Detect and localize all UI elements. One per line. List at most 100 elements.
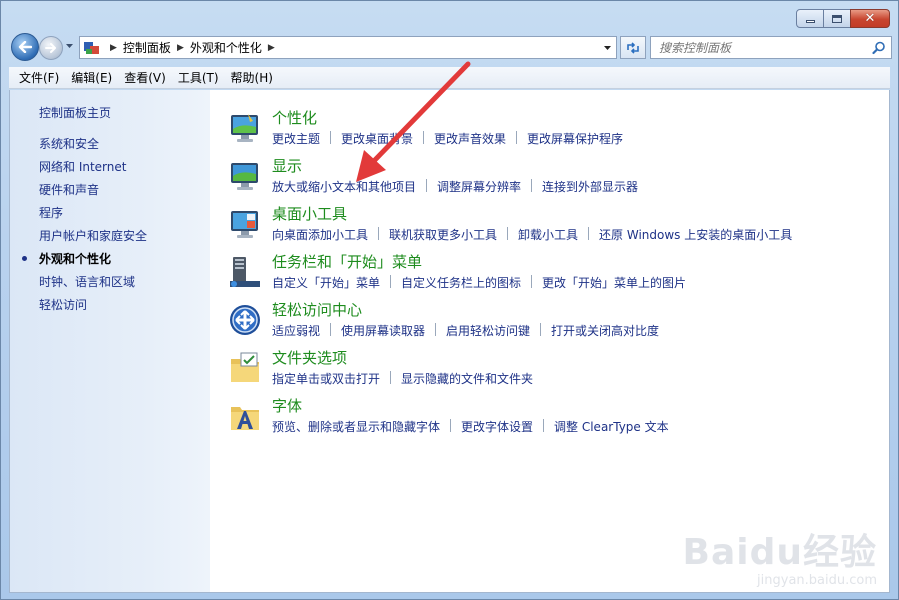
chevron-down-icon xyxy=(604,45,611,50)
breadcrumb-control-panel[interactable]: 控制面板 xyxy=(123,39,171,56)
sidebar: 控制面板主页 系统和安全 网络和 Internet 硬件和声音 程序 用户帐户和… xyxy=(10,90,210,592)
link-divider xyxy=(507,227,509,240)
sidebar-item-clock-language[interactable]: 时钟、语言和区域 xyxy=(39,275,147,298)
link-show-hidden-files[interactable]: 显示隐藏的文件和文件夹 xyxy=(401,370,533,387)
menu-file[interactable]: 文件(F) xyxy=(13,69,65,86)
link-customize-start-menu[interactable]: 自定义「开始」菜单 xyxy=(272,274,380,291)
sidebar-item-hardware-sound[interactable]: 硬件和声音 xyxy=(39,183,147,206)
link-divider xyxy=(540,323,542,336)
sidebar-item-appearance: 外观和个性化 xyxy=(22,252,147,275)
window-frame: ✕ ▶ 控制面板 ▶ 外观和个性化 ▶ 搜索控制面板 文件(F) 编辑(E) 查… xyxy=(0,0,899,600)
breadcrumb-appearance[interactable]: 外观和个性化 xyxy=(190,39,262,56)
link-restore-gadgets[interactable]: 还原 Windows 上安装的桌面小工具 xyxy=(599,226,792,243)
menu-help[interactable]: 帮助(H) xyxy=(225,69,279,86)
ease-of-access-icon xyxy=(230,305,260,335)
content-area: 控制面板主页 系统和安全 网络和 Internet 硬件和声音 程序 用户帐户和… xyxy=(9,90,890,593)
category-title[interactable]: 文件夹选项 xyxy=(272,347,347,368)
category-title[interactable]: 字体 xyxy=(272,395,302,416)
link-divider xyxy=(435,323,437,336)
category-links: 放大或缩小文本和其他项目 调整屏幕分辨率 连接到外部显示器 xyxy=(272,178,638,195)
sidebar-list: 系统和安全 网络和 Internet 硬件和声音 程序 用户帐户和家庭安全 外观… xyxy=(22,137,147,321)
link-change-desktop-background[interactable]: 更改桌面背景 xyxy=(341,130,413,147)
taskbar-icon xyxy=(230,257,260,287)
link-divider xyxy=(330,131,332,144)
link-divider xyxy=(330,323,332,336)
link-divider xyxy=(390,275,392,288)
watermark: Baidu经验 jingyan.baidu.com xyxy=(683,523,877,588)
sidebar-item-system-security[interactable]: 系统和安全 xyxy=(39,137,147,160)
link-external-display[interactable]: 连接到外部显示器 xyxy=(542,178,638,195)
back-button[interactable] xyxy=(11,33,39,61)
category-title[interactable]: 任务栏和「开始」菜单 xyxy=(272,251,422,272)
main-panel: 个性化 更改主题 更改桌面背景 更改声音效果 更改屏幕保护程序 显示 放大或缩小… xyxy=(210,90,889,592)
menu-tools[interactable]: 工具(T) xyxy=(172,69,225,86)
minimize-button[interactable] xyxy=(796,9,824,28)
caption-buttons: ✕ xyxy=(796,9,890,28)
link-high-contrast[interactable]: 打开或关闭高对比度 xyxy=(551,322,659,339)
sidebar-home-link[interactable]: 控制面板主页 xyxy=(39,104,111,121)
link-customize-taskbar-icons[interactable]: 自定义任务栏上的图标 xyxy=(401,274,521,291)
watermark-logo: Baidu经验 xyxy=(682,532,877,573)
category-title[interactable]: 显示 xyxy=(272,155,302,176)
sidebar-item-ease-of-access[interactable]: 轻松访问 xyxy=(39,298,147,321)
link-divider xyxy=(426,179,428,192)
sidebar-item-label: 外观和个性化 xyxy=(39,252,112,266)
search-icon[interactable] xyxy=(872,41,886,55)
navigation-bar: ▶ 控制面板 ▶ 外观和个性化 ▶ xyxy=(9,33,892,61)
display-icon xyxy=(231,163,258,190)
category-title[interactable]: 个性化 xyxy=(272,107,317,128)
personalization-icon xyxy=(231,114,258,142)
control-panel-icon xyxy=(84,41,100,55)
back-arrow-icon xyxy=(18,41,32,53)
category-links: 指定单击或双击打开 显示隐藏的文件和文件夹 xyxy=(272,370,533,387)
forward-button[interactable] xyxy=(39,36,63,60)
search-input[interactable] xyxy=(651,40,861,55)
breadcrumb-separator-icon[interactable]: ▶ xyxy=(177,43,184,53)
sidebar-item-user-accounts[interactable]: 用户帐户和家庭安全 xyxy=(39,229,147,252)
menu-edit[interactable]: 编辑(E) xyxy=(65,69,118,86)
link-screen-resolution[interactable]: 调整屏幕分辨率 xyxy=(437,178,521,195)
link-single-double-click[interactable]: 指定单击或双击打开 xyxy=(272,370,380,387)
link-get-more-gadgets[interactable]: 联机获取更多小工具 xyxy=(389,226,497,243)
address-dropdown-button[interactable] xyxy=(599,37,616,58)
link-uninstall-gadget[interactable]: 卸载小工具 xyxy=(518,226,578,243)
link-divider xyxy=(378,227,380,240)
refresh-icon xyxy=(627,41,639,54)
minimize-icon xyxy=(805,20,815,23)
link-cleartype[interactable]: 调整 ClearType 文本 xyxy=(554,418,669,435)
refresh-button[interactable] xyxy=(620,36,646,59)
link-divider xyxy=(516,131,518,144)
link-screen-reader[interactable]: 使用屏幕读取器 xyxy=(341,322,425,339)
link-low-vision[interactable]: 适应弱视 xyxy=(272,322,320,339)
category-title[interactable]: 桌面小工具 xyxy=(272,203,347,224)
link-divider xyxy=(543,419,545,432)
close-icon: ✕ xyxy=(864,11,876,26)
link-text-size[interactable]: 放大或缩小文本和其他项目 xyxy=(272,178,416,195)
sidebar-item-network[interactable]: 网络和 Internet xyxy=(39,160,147,183)
category-title[interactable]: 轻松访问中心 xyxy=(272,299,362,320)
close-button[interactable]: ✕ xyxy=(850,9,890,28)
fonts-icon xyxy=(231,407,259,430)
link-preview-fonts[interactable]: 预览、删除或者显示和隐藏字体 xyxy=(272,418,440,435)
link-font-settings[interactable]: 更改字体设置 xyxy=(461,418,533,435)
link-change-sound-effects[interactable]: 更改声音效果 xyxy=(434,130,506,147)
link-change-start-picture[interactable]: 更改「开始」菜单上的图片 xyxy=(542,274,686,291)
category-links: 向桌面添加小工具 联机获取更多小工具 卸载小工具 还原 Windows 上安装的… xyxy=(272,226,792,243)
menu-view[interactable]: 查看(V) xyxy=(118,69,172,86)
sidebar-item-programs[interactable]: 程序 xyxy=(39,206,147,229)
current-bullet-icon xyxy=(22,256,27,261)
link-divider xyxy=(390,371,392,384)
link-change-screensaver[interactable]: 更改屏幕保护程序 xyxy=(527,130,623,147)
link-add-gadgets[interactable]: 向桌面添加小工具 xyxy=(272,226,368,243)
category-links: 更改主题 更改桌面背景 更改声音效果 更改屏幕保护程序 xyxy=(272,130,623,147)
link-change-theme[interactable]: 更改主题 xyxy=(272,130,320,147)
link-ease-of-access-keys[interactable]: 启用轻松访问键 xyxy=(446,322,530,339)
maximize-icon xyxy=(832,14,842,23)
link-divider xyxy=(531,275,533,288)
address-bar[interactable]: ▶ 控制面板 ▶ 外观和个性化 ▶ xyxy=(79,36,617,59)
maximize-button[interactable] xyxy=(823,9,851,28)
search-box[interactable] xyxy=(650,36,892,59)
breadcrumb-separator-icon[interactable]: ▶ xyxy=(110,43,117,53)
recent-pages-dropdown[interactable] xyxy=(65,41,75,53)
breadcrumb-separator-icon[interactable]: ▶ xyxy=(268,43,275,53)
